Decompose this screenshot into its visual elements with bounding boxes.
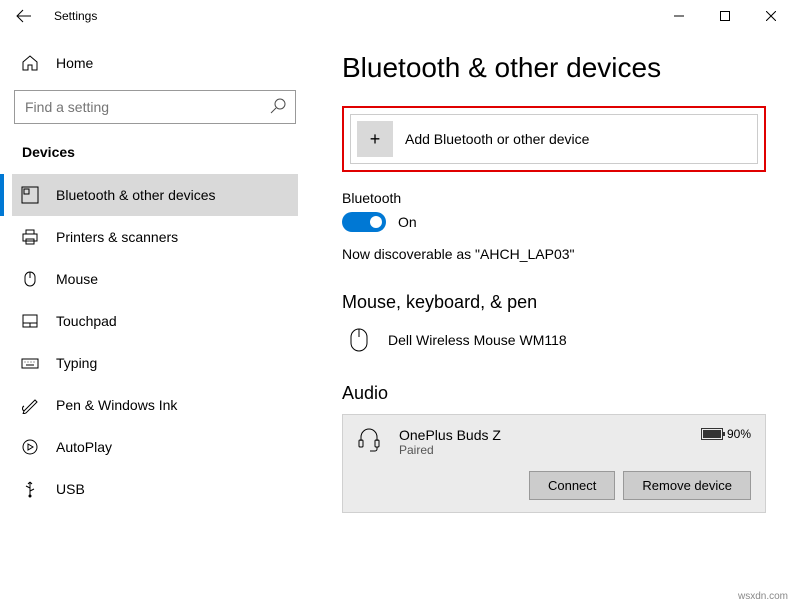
home-link[interactable]: Home bbox=[12, 44, 298, 82]
sidebar-item-label: Pen & Windows Ink bbox=[56, 397, 177, 413]
mouse-icon bbox=[20, 270, 40, 288]
autoplay-icon bbox=[20, 438, 40, 456]
toggle-state-label: On bbox=[398, 214, 417, 230]
bluetooth-tile-icon bbox=[20, 186, 40, 204]
add-device-label: Add Bluetooth or other device bbox=[405, 131, 589, 147]
back-button[interactable] bbox=[8, 0, 40, 32]
bluetooth-toggle[interactable] bbox=[342, 212, 386, 232]
mouse-group-title: Mouse, keyboard, & pen bbox=[342, 292, 766, 313]
audio-device-name: OnePlus Buds Z bbox=[399, 427, 683, 443]
back-arrow-icon bbox=[16, 8, 32, 24]
sidebar-item-label: Printers & scanners bbox=[56, 229, 178, 245]
connect-button[interactable]: Connect bbox=[529, 471, 615, 500]
sidebar-item-mouse[interactable]: Mouse bbox=[12, 258, 298, 300]
plus-icon: + bbox=[357, 121, 393, 157]
sidebar-item-label: Mouse bbox=[56, 271, 98, 287]
home-label: Home bbox=[56, 55, 93, 71]
battery-icon bbox=[701, 428, 723, 440]
sidebar-item-typing[interactable]: Typing bbox=[12, 342, 298, 384]
close-icon bbox=[766, 11, 776, 21]
section-header: Devices bbox=[12, 136, 298, 174]
minimize-button[interactable] bbox=[656, 0, 702, 32]
sidebar-item-autoplay[interactable]: AutoPlay bbox=[12, 426, 298, 468]
audio-device-status: Paired bbox=[399, 443, 683, 457]
printer-icon bbox=[20, 228, 40, 246]
add-device-highlight: + Add Bluetooth or other device bbox=[342, 106, 766, 172]
content-pane: Bluetooth & other devices + Add Bluetoot… bbox=[310, 32, 794, 606]
touchpad-icon bbox=[20, 312, 40, 330]
maximize-button[interactable] bbox=[702, 0, 748, 32]
usb-icon bbox=[20, 480, 40, 498]
sidebar-item-usb[interactable]: USB bbox=[12, 468, 298, 510]
window-controls bbox=[656, 0, 794, 32]
sidebar-item-label: Typing bbox=[56, 355, 97, 371]
maximize-icon bbox=[720, 11, 730, 21]
audio-group-title: Audio bbox=[342, 383, 766, 404]
sidebar-item-pen[interactable]: Pen & Windows Ink bbox=[12, 384, 298, 426]
search-input[interactable] bbox=[14, 90, 296, 124]
sidebar-item-label: AutoPlay bbox=[56, 439, 112, 455]
sidebar-item-label: Touchpad bbox=[56, 313, 117, 329]
sidebar-item-printers[interactable]: Printers & scanners bbox=[12, 216, 298, 258]
sidebar-item-label: Bluetooth & other devices bbox=[56, 187, 216, 203]
battery-percent: 90% bbox=[727, 427, 751, 441]
keyboard-icon bbox=[20, 354, 40, 372]
sidebar: Home Devices Bluetooth & other devices bbox=[0, 32, 310, 606]
add-device-button[interactable]: + Add Bluetooth or other device bbox=[350, 114, 758, 164]
remove-device-button[interactable]: Remove device bbox=[623, 471, 751, 500]
search-icon bbox=[270, 98, 286, 114]
app-title: Settings bbox=[54, 9, 97, 23]
mouse-icon bbox=[348, 327, 370, 353]
page-title: Bluetooth & other devices bbox=[342, 52, 766, 84]
bluetooth-header: Bluetooth bbox=[342, 190, 766, 206]
sidebar-item-touchpad[interactable]: Touchpad bbox=[12, 300, 298, 342]
watermark: wsxdn.com bbox=[738, 591, 788, 602]
close-button[interactable] bbox=[748, 0, 794, 32]
discoverable-text: Now discoverable as "AHCH_LAP03" bbox=[342, 246, 766, 262]
sidebar-item-label: USB bbox=[56, 481, 85, 497]
home-icon bbox=[20, 54, 40, 72]
sidebar-item-bluetooth[interactable]: Bluetooth & other devices bbox=[12, 174, 298, 216]
title-bar: Settings bbox=[0, 0, 794, 32]
battery-indicator: 90% bbox=[701, 427, 751, 441]
device-row[interactable]: Dell Wireless Mouse WM118 bbox=[342, 323, 766, 383]
headset-icon bbox=[357, 427, 381, 453]
pen-icon bbox=[20, 396, 40, 414]
toggle-knob bbox=[370, 216, 382, 228]
minimize-icon bbox=[674, 11, 684, 21]
search-wrap bbox=[14, 90, 296, 124]
audio-device-card[interactable]: OnePlus Buds Z Paired 90% Connect Remove… bbox=[342, 414, 766, 513]
device-name: Dell Wireless Mouse WM118 bbox=[388, 332, 567, 348]
